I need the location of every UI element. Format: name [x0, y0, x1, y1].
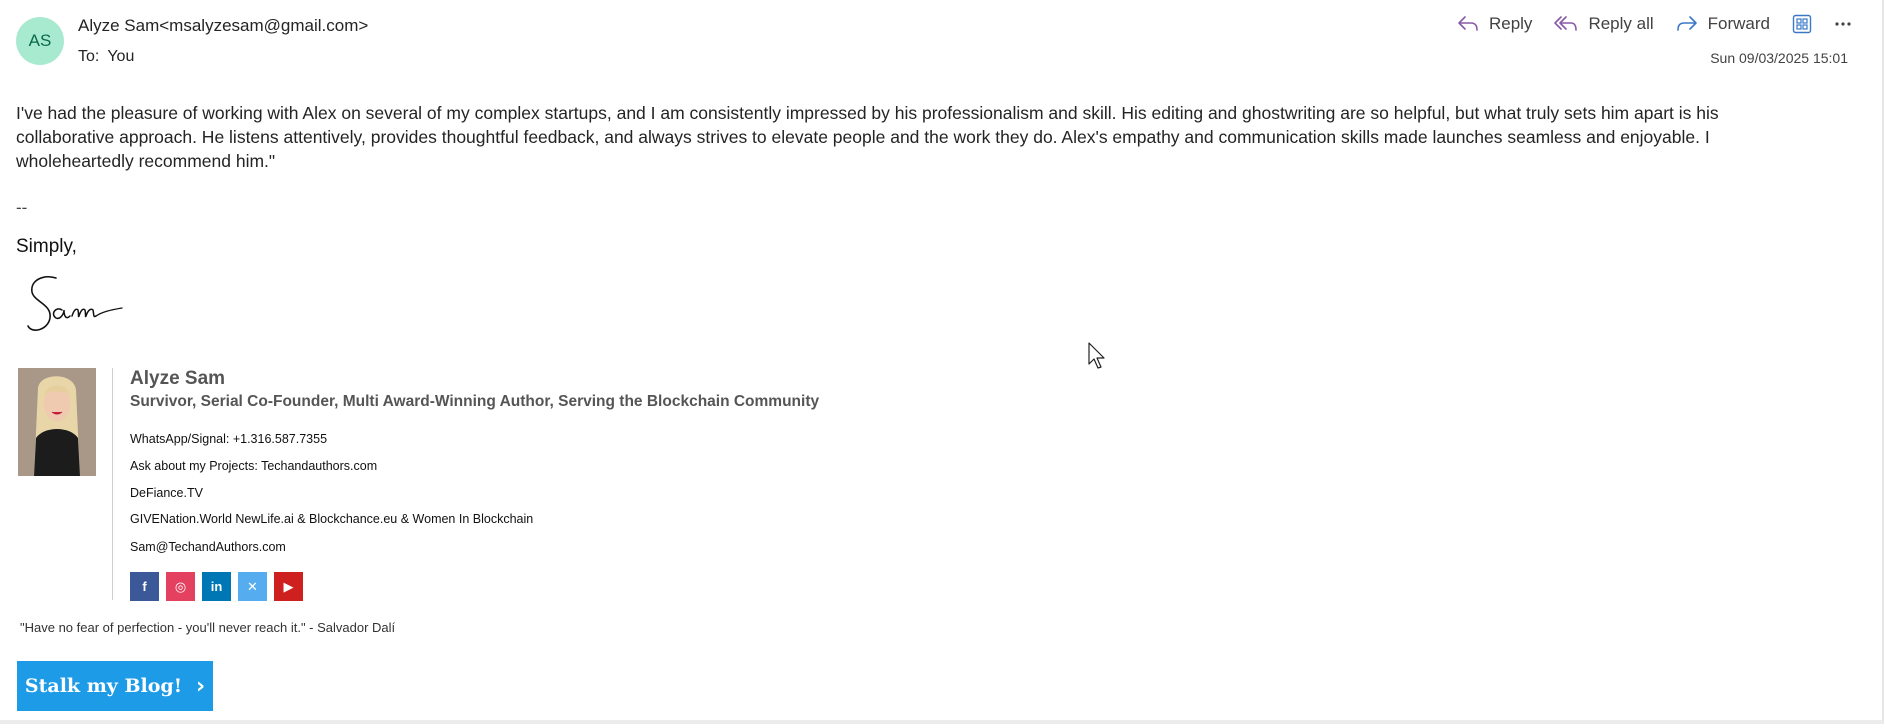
signature-email-link[interactable]: Sam@TechandAuthors.com [130, 540, 286, 554]
signature-divider [112, 368, 113, 600]
forward-button[interactable]: Forward [1676, 14, 1770, 34]
signature-projects-link[interactable]: Ask about my Projects: Techandauthors.co… [130, 459, 377, 473]
more-actions-button[interactable] [1834, 21, 1852, 27]
message-actions: Reply Reply all Forward [1435, 14, 1852, 34]
portrait-image [18, 368, 96, 476]
blog-button[interactable]: Stalk my Blog! › [17, 661, 213, 711]
facebook-icon[interactable]: f [130, 572, 159, 601]
sender-name[interactable]: Alyze Sam<msalyzesam@gmail.com> [78, 16, 368, 36]
reply-all-label: Reply all [1588, 14, 1654, 33]
to-label: To: [78, 48, 100, 65]
forward-label: Forward [1707, 14, 1770, 33]
reply-label: Reply [1488, 14, 1533, 33]
message-body: I've had the pleasure of working with Al… [16, 103, 1719, 171]
linkedin-icon[interactable]: in [202, 572, 231, 601]
instagram-icon[interactable]: ◎ [166, 572, 195, 601]
signature-defiance-link[interactable]: DeFiance.TV [130, 486, 203, 500]
apps-button[interactable] [1792, 14, 1812, 34]
message-date: Sun 09/03/2025 15:01 [1710, 50, 1848, 66]
sender-photo [18, 368, 96, 476]
more-horizontal-icon [1835, 22, 1851, 26]
recipient-name[interactable]: You [107, 48, 134, 65]
signature-quote: "Have no fear of perfection - you'll nev… [20, 620, 396, 635]
reply-icon [1458, 16, 1478, 31]
sender-avatar[interactable]: AS [16, 17, 64, 65]
mouse-pointer-icon [1088, 342, 1105, 369]
apps-grid-icon [1792, 14, 1812, 34]
signature-title: Survivor, Serial Co-Founder, Multi Award… [130, 393, 820, 410]
x-icon[interactable]: ✕ [238, 572, 267, 601]
signature-organizations[interactable]: GIVENation.World NewLife.ai & Blockchanc… [130, 512, 533, 526]
blog-button-label: Stalk my Blog! [24, 675, 183, 697]
handwritten-signature [27, 276, 123, 331]
reading-pane: AS Alyze Sam<msalyzesam@gmail.com> To: Yo… [0, 0, 1884, 724]
chevron-right-icon: › [196, 673, 206, 699]
recipient-row: To: You [78, 48, 134, 66]
signature-phone: WhatsApp/Signal: +1.316.587.7355 [130, 432, 328, 446]
forward-icon [1676, 16, 1697, 31]
reply-all-button[interactable]: Reply all [1554, 14, 1654, 34]
reply-button[interactable]: Reply [1457, 14, 1532, 34]
reply-all-icon [1554, 16, 1578, 31]
signature-separator: -- [16, 198, 28, 217]
social-links: f ◎ in ✕ ▶ [130, 572, 310, 601]
youtube-icon[interactable]: ▶ [274, 572, 303, 601]
closing-text: Simply, [16, 236, 77, 257]
signature-name: Alyze Sam [130, 368, 226, 389]
